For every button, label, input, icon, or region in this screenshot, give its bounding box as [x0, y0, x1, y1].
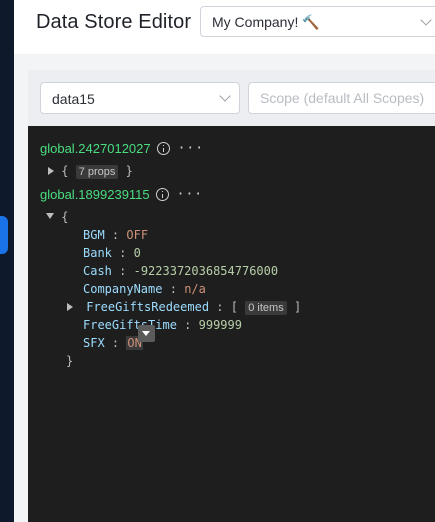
prop-row: Bank : 0 [83, 245, 141, 261]
more-icon[interactable]: ··· [178, 141, 204, 157]
prop-row: FreeGiftsTime : 999999 [83, 317, 242, 333]
prop-value[interactable]: 0 [134, 246, 141, 260]
filter-panel: data15 [28, 70, 435, 126]
colon: : [169, 282, 177, 296]
open-bracket: [ [230, 300, 238, 314]
more-icon[interactable]: ··· [177, 187, 203, 203]
prop-key: CompanyName [83, 282, 163, 296]
info-icon[interactable] [155, 188, 169, 201]
open-brace: { [61, 210, 69, 224]
entry-header: global.2427012027 ··· [40, 141, 204, 157]
props-count-badge: 7 props [75, 165, 119, 179]
prop-row: Cash : -9223372036854776000 [83, 263, 278, 279]
rail-active-tab[interactable] [0, 216, 8, 254]
prop-value[interactable]: n/a [184, 282, 206, 296]
info-icon[interactable] [156, 142, 170, 155]
entry-value: { 7 props } [48, 163, 133, 179]
open-brace: { [61, 164, 69, 178]
company-select-value: My Company! 🔨 [212, 14, 320, 30]
entry-header: global.1899239115 ··· [40, 187, 203, 203]
entry-key[interactable]: global.1899239115 [40, 187, 150, 202]
prop-row: SFX : ON [83, 335, 143, 351]
colon: : [216, 300, 224, 314]
left-rail [0, 0, 14, 522]
prop-key: Bank [83, 246, 112, 260]
prop-value[interactable]: -9223372036854776000 [134, 264, 279, 278]
prop-row: BGM : OFF [83, 227, 148, 243]
company-select[interactable]: My Company! 🔨 [200, 6, 435, 37]
prop-row: CompanyName : n/a [83, 281, 206, 297]
data-store-select-value: data15 [52, 91, 95, 107]
collapse-caret-icon[interactable] [46, 213, 54, 219]
prop-row: FreeGiftsRedeemed : [ 0 items ] [67, 299, 301, 315]
colon: : [111, 228, 120, 242]
entry-value: { [46, 209, 68, 225]
prop-key: FreeGiftsTime [83, 318, 177, 332]
prop-key: FreeGiftsRedeemed [86, 300, 210, 314]
data-viewer: global.2427012027 ··· { 7 props } global.… [28, 126, 435, 522]
colon: : [184, 318, 192, 332]
value-dropdown-button[interactable] [138, 325, 155, 342]
top-bar: Data Store Editor My Company! 🔨 [14, 0, 435, 54]
entry-value-end: } [66, 353, 73, 369]
expand-caret-icon[interactable] [67, 303, 73, 311]
close-brace: } [66, 354, 74, 368]
prop-value[interactable]: 999999 [199, 318, 242, 332]
close-bracket: ] [293, 300, 302, 314]
chevron-down-icon [219, 90, 231, 102]
entry-key[interactable]: global.2427012027 [40, 141, 151, 156]
colon: : [119, 246, 127, 260]
data-store-select[interactable]: data15 [40, 82, 240, 114]
colon: : [111, 336, 120, 350]
prop-key: BGM [83, 228, 105, 242]
expand-caret-icon[interactable] [48, 167, 54, 175]
prop-key: SFX [83, 336, 105, 350]
prop-value[interactable]: OFF [126, 228, 148, 242]
scope-input[interactable] [248, 82, 435, 114]
prop-key: Cash [83, 264, 112, 278]
close-brace: } [125, 164, 133, 178]
app-title: Data Store Editor [36, 11, 192, 33]
items-count-badge: 0 items [245, 301, 287, 315]
chevron-down-icon [420, 14, 432, 26]
colon: : [119, 264, 127, 278]
